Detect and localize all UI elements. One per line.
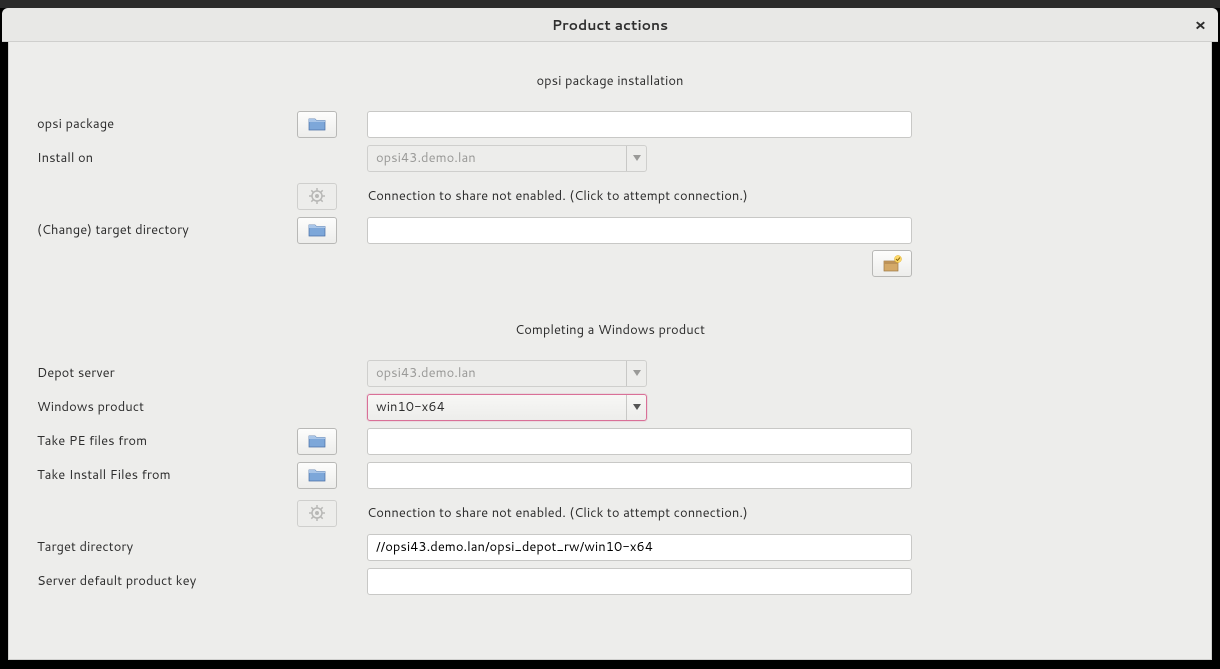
label-depot-server: Depot server — [37, 364, 297, 382]
window-content: opsi package installation opsi package I… — [8, 42, 1212, 660]
chevron-down-icon — [626, 395, 646, 420]
folder-icon — [308, 434, 326, 448]
section-title-windows-product: Completing a Windows product — [37, 321, 1183, 339]
folder-icon — [308, 468, 326, 482]
desktop-topbar — [0, 0, 1220, 8]
browse-install-files-button[interactable] — [297, 462, 337, 489]
package-icon — [882, 255, 902, 273]
label-take-install: Take Install Files from — [37, 466, 297, 484]
close-icon[interactable]: × — [1195, 13, 1206, 36]
label-change-target: (Change) target directory — [37, 221, 297, 239]
gear-icon — [309, 188, 325, 204]
gear-icon — [309, 505, 325, 521]
folder-icon — [308, 223, 326, 237]
depot-server-select[interactable]: opsi43.demo.lan — [367, 360, 647, 387]
label-install-on: Install on — [37, 149, 297, 167]
label-opsi-package: opsi package — [37, 115, 297, 133]
label-take-pe: Take PE files from — [37, 432, 297, 450]
browse-pe-files-button[interactable] — [297, 428, 337, 455]
install-on-value: opsi43.demo.lan — [376, 149, 476, 167]
connect-share-button-1[interactable] — [297, 183, 337, 210]
take-pe-input[interactable] — [367, 428, 912, 455]
browse-target-dir-button[interactable] — [297, 217, 337, 244]
product-key-input[interactable] — [367, 568, 912, 595]
window-title: Product actions — [552, 15, 668, 35]
chevron-down-icon — [626, 361, 646, 386]
opsi-package-input[interactable] — [367, 111, 912, 138]
label-windows-product: Windows product — [37, 398, 297, 416]
change-target-input[interactable] — [367, 217, 912, 244]
windows-product-select[interactable]: win10-x64 — [367, 394, 647, 421]
chevron-down-icon — [626, 146, 646, 171]
label-product-key: Server default product key — [37, 572, 297, 590]
browse-opsi-package-button[interactable] — [297, 111, 337, 138]
take-install-input[interactable] — [367, 462, 912, 489]
install-package-button[interactable] — [872, 250, 912, 277]
connection-status-2[interactable]: Connection to share not enabled. (Click … — [367, 504, 748, 522]
connect-share-button-2[interactable] — [297, 500, 337, 527]
label-target-dir: Target directory — [37, 538, 297, 556]
connection-status-1[interactable]: Connection to share not enabled. (Click … — [367, 187, 748, 205]
windows-product-value: win10-x64 — [376, 398, 445, 416]
folder-icon — [308, 117, 326, 131]
window-titlebar: Product actions × — [2, 8, 1218, 42]
depot-server-value: opsi43.demo.lan — [376, 364, 476, 382]
install-on-select[interactable]: opsi43.demo.lan — [367, 145, 647, 172]
section-title-package-install: opsi package installation — [37, 72, 1183, 90]
target-dir-input[interactable] — [367, 534, 912, 561]
